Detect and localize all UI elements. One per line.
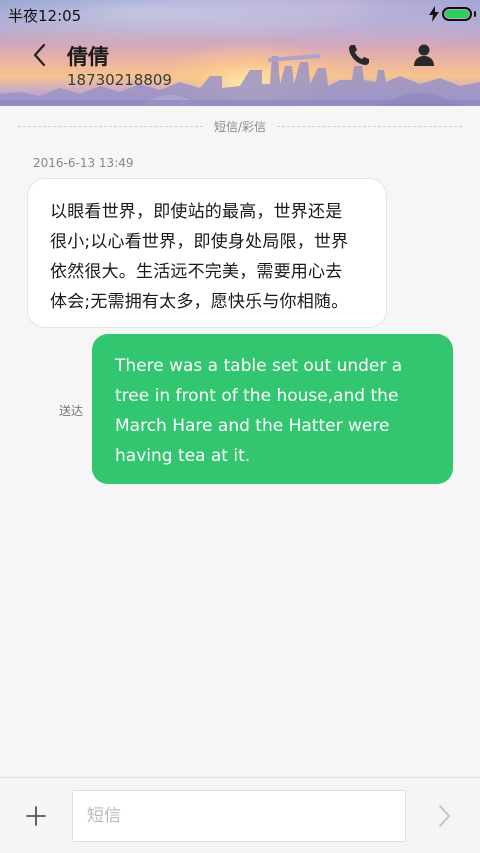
battery-tip bbox=[474, 11, 476, 17]
contact-header: 半夜12:05 倩倩 18730218809 bbox=[0, 0, 480, 106]
received-message-line: 以眼看世界，即使站的最高，世界还是 bbox=[50, 202, 343, 222]
message-timestamp: 2016-6-13 13:49 bbox=[33, 156, 134, 170]
status-time: 半夜12:05 bbox=[8, 7, 82, 25]
divider-line-right bbox=[277, 126, 462, 127]
received-message-line: 依然很大。生活远不完美，需要用心去 bbox=[50, 262, 343, 282]
battery-icon bbox=[442, 7, 472, 21]
sent-message-line: March Hare and the Hatter were bbox=[115, 416, 390, 436]
sms-conversation-screen: 半夜12:05 倩倩 18730218809 短信/彩信 2016-6-13 1… bbox=[0, 0, 480, 853]
message-composer bbox=[0, 777, 480, 853]
contact-number: 18730218809 bbox=[67, 71, 172, 89]
delivery-status: 送达 bbox=[59, 404, 84, 418]
sms-mms-divider: 短信/彩信 bbox=[18, 118, 462, 134]
plus-icon[interactable] bbox=[24, 804, 48, 828]
sent-message-line: tree in front of the house,and the bbox=[115, 386, 399, 406]
received-message-bubble[interactable]: 以眼看世界，即使站的最高，世界还是 很小;以心看世界，即使身处局限，世界 依然很… bbox=[27, 178, 387, 328]
contact-name: 倩倩 bbox=[67, 45, 109, 69]
received-message-line: 体会;无需拥有太多，愿快乐与你相随。 bbox=[50, 292, 349, 312]
status-bar: 半夜12:05 bbox=[0, 0, 480, 28]
received-message-line: 很小;以心看世界，即使身处局限，世界 bbox=[50, 232, 349, 252]
send-arrow-icon[interactable] bbox=[432, 802, 456, 830]
back-arrow-icon[interactable] bbox=[26, 40, 56, 70]
charging-bolt-icon bbox=[429, 6, 439, 22]
sent-message-line: There was a table set out under a bbox=[115, 356, 403, 376]
message-input[interactable] bbox=[72, 790, 406, 842]
sent-message-bubble[interactable]: There was a table set out under a tree i… bbox=[92, 334, 453, 484]
sent-message-line: having tea at it. bbox=[115, 446, 251, 466]
battery-level-fill bbox=[445, 10, 469, 18]
profile-icon[interactable] bbox=[410, 42, 438, 68]
phone-icon[interactable] bbox=[346, 42, 372, 68]
